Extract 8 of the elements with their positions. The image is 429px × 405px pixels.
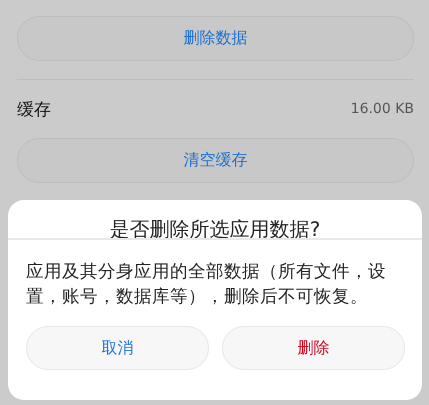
dialog-button[interactable]: 取消 <box>26 326 209 370</box>
dialog-button[interactable]: 删除 <box>222 326 405 370</box>
delete-data-button[interactable]: 删除数据 <box>17 16 414 61</box>
cache-size: 16.00 KB <box>350 101 414 117</box>
dialog-title: 是否删除所选应用数据? <box>108 216 322 238</box>
cache-label: 缓存 <box>17 98 51 120</box>
dialog-message: 应用及其分身应用的全部数据（所有文件，设置，账号，数据库等），删除后不可恢复。 <box>25 261 387 309</box>
clear-cache-button[interactable]: 清空缓存 <box>17 138 414 183</box>
